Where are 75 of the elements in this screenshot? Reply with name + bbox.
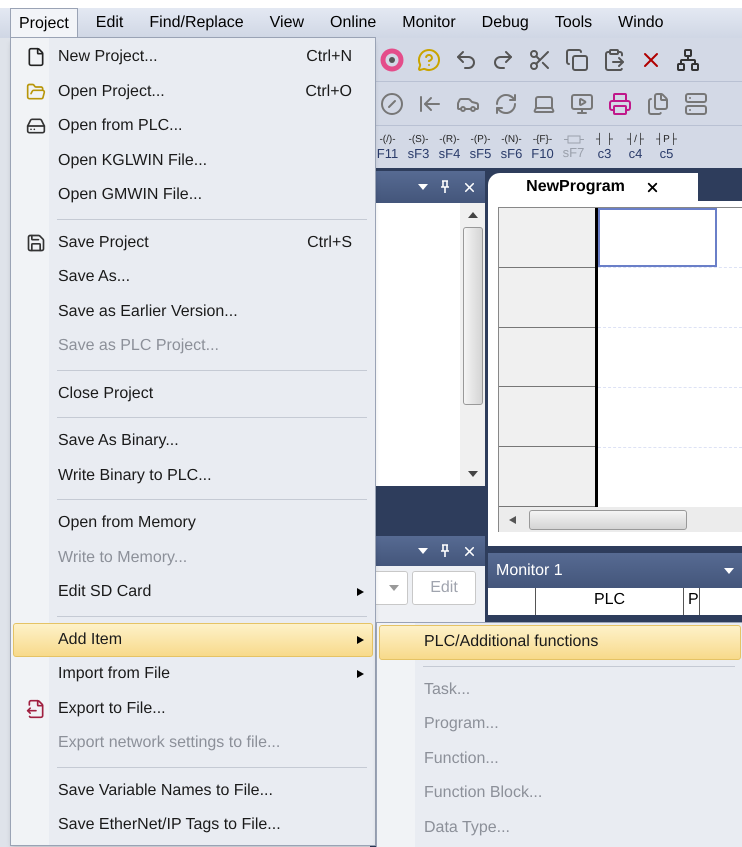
ladder-tool[interactable]: -(S)- sF3 — [405, 134, 432, 160]
vertical-scrollbar[interactable] — [460, 203, 485, 486]
dropdown-icon — [724, 566, 734, 574]
menu-bar-item[interactable]: Edit — [88, 8, 132, 38]
device-icon — [26, 116, 46, 136]
dropdown-icon — [418, 183, 428, 191]
ring-icon[interactable] — [380, 48, 404, 72]
menu-bar-item[interactable]: View — [262, 8, 312, 38]
submenu-arrow-icon — [356, 670, 366, 678]
table-header-cell: PLC — [536, 588, 684, 615]
menu-item[interactable]: Edit SD Card — [13, 575, 373, 610]
pin-icon[interactable] — [440, 180, 450, 194]
menu-item[interactable]: Close Project — [13, 376, 373, 411]
menu-bar-item[interactable]: Debug — [474, 8, 537, 38]
documents-icon[interactable] — [646, 92, 670, 116]
menu-bar-item[interactable]: Find/Replace — [141, 8, 252, 38]
ladder-tool[interactable]: -(N)- sF6 — [498, 134, 525, 160]
menu-item[interactable]: Save as Earlier Version... — [13, 294, 373, 329]
menu-item[interactable]: Save As Binary... — [13, 424, 373, 458]
horizontal-scrollbar[interactable] — [499, 507, 742, 532]
ladder-tool[interactable]: ┤/├ c4 — [622, 134, 649, 160]
shortcut-label: Ctrl+N — [306, 47, 353, 68]
menu-item[interactable]: Open from PLC... — [13, 109, 373, 144]
file-icon — [26, 47, 46, 68]
refresh-icon[interactable] — [494, 92, 518, 116]
shortcut-label: Ctrl+S — [307, 232, 353, 253]
menu-item[interactable]: Export to File... — [13, 692, 373, 726]
laptop-play-icon[interactable] — [570, 92, 594, 116]
pin-icon[interactable] — [440, 544, 450, 558]
menu-bar-item[interactable]: Windo — [610, 8, 672, 38]
menu-item[interactable]: Save Variable Names to File... — [13, 774, 373, 808]
menu-item[interactable]: Open GMWIN File... — [13, 178, 373, 212]
scroll-down-icon — [468, 470, 478, 478]
slashed-circle-icon[interactable] — [380, 92, 404, 116]
menu-item[interactable]: Write Binary to PLC... — [13, 458, 373, 493]
ladder-tool[interactable]: ┤P├ c5 — [653, 134, 680, 160]
dropdown-icon — [418, 547, 428, 555]
monitor-title: Monitor 1 — [496, 560, 563, 580]
box-icon — [564, 135, 584, 144]
paste-icon[interactable] — [602, 48, 626, 72]
menu-item[interactable]: Save Project Ctrl+S — [13, 226, 373, 260]
menu-item[interactable]: Add Item — [13, 622, 373, 657]
copy-icon[interactable] — [565, 48, 589, 72]
ladder-tool[interactable]: ┤ ├ c3 — [591, 134, 618, 160]
editor-tab[interactable]: NewProgram — [488, 173, 698, 201]
folder-icon — [26, 82, 46, 102]
submenu-arrow-icon — [356, 588, 366, 596]
table-header-cell: P — [684, 588, 700, 615]
menu-item[interactable]: Save EtherNet/IP Tags to File... — [13, 808, 373, 842]
menu-bar-item[interactable]: Monitor — [394, 8, 464, 38]
selected-cell[interactable] — [598, 208, 717, 267]
scissors-icon[interactable] — [528, 48, 552, 72]
ladder-tool[interactable]: -(P)- sF5 — [467, 134, 494, 160]
menu-item[interactable]: Open Project... Ctrl+O — [13, 74, 373, 109]
scroll-up-icon — [468, 211, 478, 219]
menu-bar-item[interactable]: Project — [10, 8, 78, 38]
menu-item[interactable]: Save As... — [13, 260, 373, 294]
ladder-tool[interactable]: -(R)- sF4 — [436, 134, 463, 160]
scroll-left-icon — [507, 516, 517, 524]
menu-item[interactable]: PLC/Additional functions — [379, 625, 741, 660]
dropdown-icon — [389, 584, 399, 592]
export-icon — [26, 698, 46, 719]
printer-icon[interactable] — [608, 92, 632, 116]
menu-item[interactable]: New Project... Ctrl+N — [13, 40, 373, 74]
shortcut-label: Ctrl+O — [305, 82, 353, 102]
rack-icon[interactable] — [684, 92, 708, 116]
menu-item[interactable]: Open from Memory — [13, 506, 373, 540]
menu-bar-item[interactable]: Tools — [546, 8, 600, 38]
ladder-tool[interactable]: -(/)- F11 — [374, 134, 401, 160]
ladder-tool[interactable]: -{F}- F10 — [529, 134, 556, 160]
submenu-arrow-icon — [356, 636, 366, 644]
menu-bar-item[interactable]: Online — [322, 8, 384, 38]
network-icon[interactable] — [676, 48, 700, 72]
menu-item[interactable]: Import from File — [13, 657, 373, 692]
menu-item[interactable]: Open KGLWIN File... — [13, 144, 373, 178]
